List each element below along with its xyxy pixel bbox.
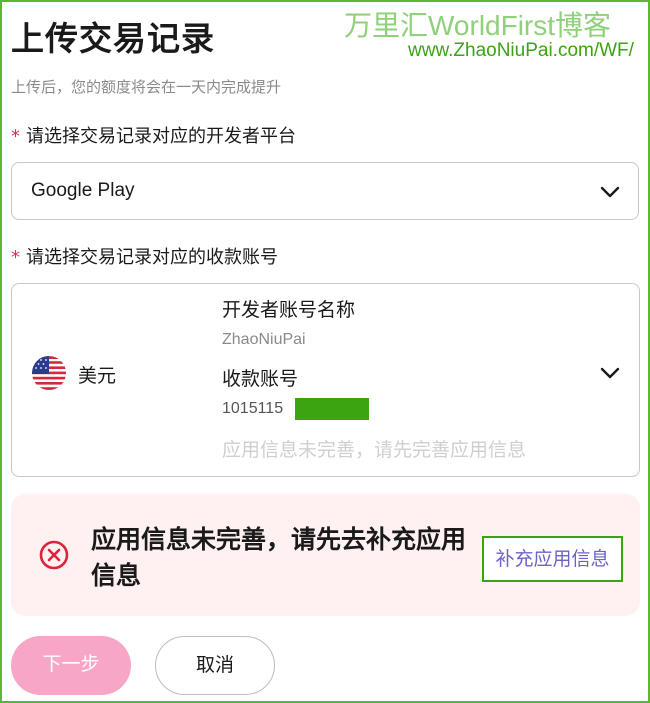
alert-message: 应用信息未完善，请先去补充应用信息 xyxy=(91,525,467,590)
developer-name-label: 开发者账号名称 xyxy=(222,299,356,321)
page-subtitle: 上传后，您的额度将会在一天内完成提升 xyxy=(11,78,282,96)
platform-select-value: Google Play xyxy=(31,180,135,201)
required-mark: * xyxy=(11,126,20,147)
complete-app-info-link[interactable]: 补充应用信息 xyxy=(482,536,623,582)
redaction-block xyxy=(295,398,369,420)
required-mark: * xyxy=(11,247,20,268)
error-alert: 应用信息未完善，请先去补充应用信息 补充应用信息 xyxy=(11,494,640,616)
error-circle-x-icon xyxy=(39,540,69,570)
developer-name-value: ZhaoNiuPai xyxy=(222,331,306,348)
chevron-down-icon xyxy=(600,367,620,379)
watermark-url: www.ZhaoNiuPai.com/WF/ xyxy=(408,40,634,61)
platform-select[interactable]: Google Play xyxy=(11,162,639,220)
us-flag-icon xyxy=(32,356,66,390)
account-label-text: 请选择交易记录对应的收款账号 xyxy=(26,247,278,268)
page-title: 上传交易记录 xyxy=(11,19,215,58)
app-info-notice: 应用信息未完善，请先完善应用信息 xyxy=(222,439,527,461)
account-number-label: 收款账号 xyxy=(222,368,299,390)
cancel-button[interactable]: 取消 xyxy=(155,636,275,695)
platform-field-label: * 请选择交易记录对应的开发者平台 xyxy=(11,122,296,148)
watermark-title: 万里汇WorldFirst博客 xyxy=(344,10,612,41)
platform-label-text: 请选择交易记录对应的开发者平台 xyxy=(26,126,296,147)
chevron-down-icon xyxy=(600,186,620,198)
account-select[interactable]: 美元 开发者账号名称 ZhaoNiuPai 收款账号 1015115 应用信息未… xyxy=(11,283,640,477)
currency-label: 美元 xyxy=(78,365,117,387)
account-number-value: 1015115 xyxy=(222,400,284,417)
next-step-button[interactable]: 下一步 xyxy=(11,636,131,695)
account-field-label: * 请选择交易记录对应的收款账号 xyxy=(11,243,278,269)
